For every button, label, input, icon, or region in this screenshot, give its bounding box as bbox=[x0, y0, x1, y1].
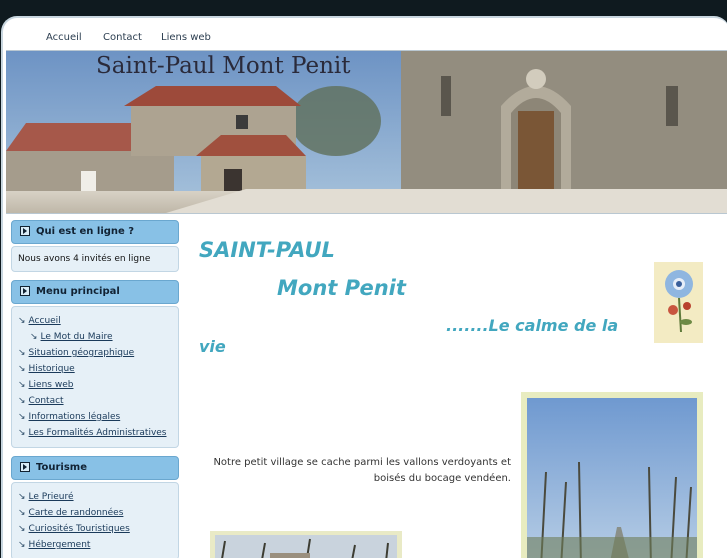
menu-link[interactable]: Le Prieuré bbox=[29, 492, 74, 502]
menu-link[interactable]: Le Mot du Maire bbox=[41, 332, 113, 342]
topnav-contact[interactable]: Contact bbox=[103, 32, 142, 43]
arrow-box-icon bbox=[20, 462, 30, 472]
heading-vie: vie bbox=[199, 337, 226, 356]
menu-link[interactable]: Hébergement bbox=[29, 540, 91, 550]
module-main-menu-header: Menu principal bbox=[11, 280, 179, 304]
main-content: SAINT-PAUL Mont Penit .......Le calme de… bbox=[199, 220, 719, 558]
intro-paragraph: Notre petit village se cache parmi les v… bbox=[213, 457, 511, 484]
arrow-icon: ↘ bbox=[18, 540, 26, 550]
menu-item-informations-legales[interactable]: ↘ Informations légales bbox=[18, 409, 172, 425]
module-tourisme: Tourisme ↘ Le Prieuré ↘ Carte de randonnée… bbox=[11, 456, 179, 558]
menu-item-curiosites[interactable]: ↘ Curiosités Touristiques bbox=[18, 521, 172, 537]
topnav-accueil[interactable]: Accueil bbox=[46, 32, 82, 43]
menu-item-situation[interactable]: ↘ Situation géographique bbox=[18, 345, 172, 361]
heading-calme: .......Le calme de la bbox=[446, 316, 619, 335]
online-count-text: Nous avons 4 invités en ligne bbox=[18, 254, 151, 264]
heading-mont-penit: Mont Penit bbox=[277, 276, 406, 300]
main-menu-list: ↘ Accueil ↘ Le Mot du Maire ↘ Situation géo… bbox=[11, 306, 179, 448]
menu-item-liens-web[interactable]: ↘ Liens web bbox=[18, 377, 172, 393]
arrow-icon: ↘ bbox=[18, 412, 26, 422]
arrow-icon: ↘ bbox=[18, 508, 26, 518]
menu-link[interactable]: Accueil bbox=[29, 316, 61, 326]
menu-link[interactable]: Contact bbox=[29, 396, 64, 406]
menu-item-formalites[interactable]: ↘ Les Formalités Administratives bbox=[18, 425, 172, 441]
module-online: Qui est en ligne ? Nous avons 4 invités … bbox=[11, 220, 179, 272]
heading-saint-paul: SAINT-PAUL bbox=[199, 238, 335, 262]
menu-item-hebergement[interactable]: ↘ Hébergement bbox=[18, 537, 172, 553]
arrow-icon: ↘ bbox=[18, 428, 26, 438]
topnav-liens-web[interactable]: Liens web bbox=[161, 32, 211, 43]
header-banner: Saint-Paul Mont Penit bbox=[6, 50, 727, 214]
arrow-icon: ↘ bbox=[18, 396, 26, 406]
page-frame: Accueil Contact Liens web Saint-Paul Mon… bbox=[1, 16, 727, 558]
module-online-header: Qui est en ligne ? bbox=[11, 220, 179, 244]
module-online-body: Nous avons 4 invités en ligne bbox=[11, 246, 179, 272]
arrow-box-icon bbox=[20, 226, 30, 236]
arrow-box-icon bbox=[20, 286, 30, 296]
arrow-icon: ↘ bbox=[18, 364, 26, 374]
menu-link[interactable]: Curiosités Touristiques bbox=[29, 524, 130, 534]
module-online-title: Qui est en ligne ? bbox=[36, 226, 135, 237]
module-main-menu-title: Menu principal bbox=[36, 286, 120, 297]
road-photo bbox=[521, 392, 703, 558]
menu-link[interactable]: Carte de randonnées bbox=[29, 508, 124, 518]
arrow-icon: ↘ bbox=[30, 332, 38, 342]
menu-link[interactable]: Informations légales bbox=[29, 412, 121, 422]
menu-item-mot-du-maire[interactable]: ↘ Le Mot du Maire bbox=[18, 329, 172, 345]
module-main-menu: Menu principal ↘ Accueil ↘ Le Mot du Maire… bbox=[11, 280, 179, 448]
menu-link[interactable]: Liens web bbox=[29, 380, 74, 390]
menu-item-prieure[interactable]: ↘ Le Prieuré bbox=[18, 489, 172, 505]
arrow-icon: ↘ bbox=[18, 348, 26, 358]
module-tourisme-header: Tourisme bbox=[11, 456, 179, 480]
menu-item-historique[interactable]: ↘ Historique bbox=[18, 361, 172, 377]
flower-illustration bbox=[654, 262, 703, 343]
left-sidebar: Qui est en ligne ? Nous avons 4 invités … bbox=[11, 220, 179, 558]
menu-item-accueil[interactable]: ↘ Accueil bbox=[18, 313, 172, 329]
arrow-icon: ↘ bbox=[18, 316, 26, 326]
top-navigation: Accueil Contact Liens web bbox=[3, 18, 727, 50]
menu-item-randonnees[interactable]: ↘ Carte de randonnées bbox=[18, 505, 172, 521]
tourisme-list: ↘ Le Prieuré ↘ Carte de randonnées ↘ Curios… bbox=[11, 482, 179, 558]
arrow-icon: ↘ bbox=[18, 492, 26, 502]
arrow-icon: ↘ bbox=[18, 524, 26, 534]
menu-link[interactable]: Situation géographique bbox=[29, 348, 135, 358]
menu-item-contact[interactable]: ↘ Contact bbox=[18, 393, 172, 409]
module-tourisme-title: Tourisme bbox=[36, 462, 87, 473]
menu-link[interactable]: Historique bbox=[29, 364, 75, 374]
site-title: Saint-Paul Mont Penit bbox=[96, 53, 351, 79]
arrow-icon: ↘ bbox=[18, 380, 26, 390]
menu-link[interactable]: Les Formalités Administratives bbox=[29, 428, 167, 438]
